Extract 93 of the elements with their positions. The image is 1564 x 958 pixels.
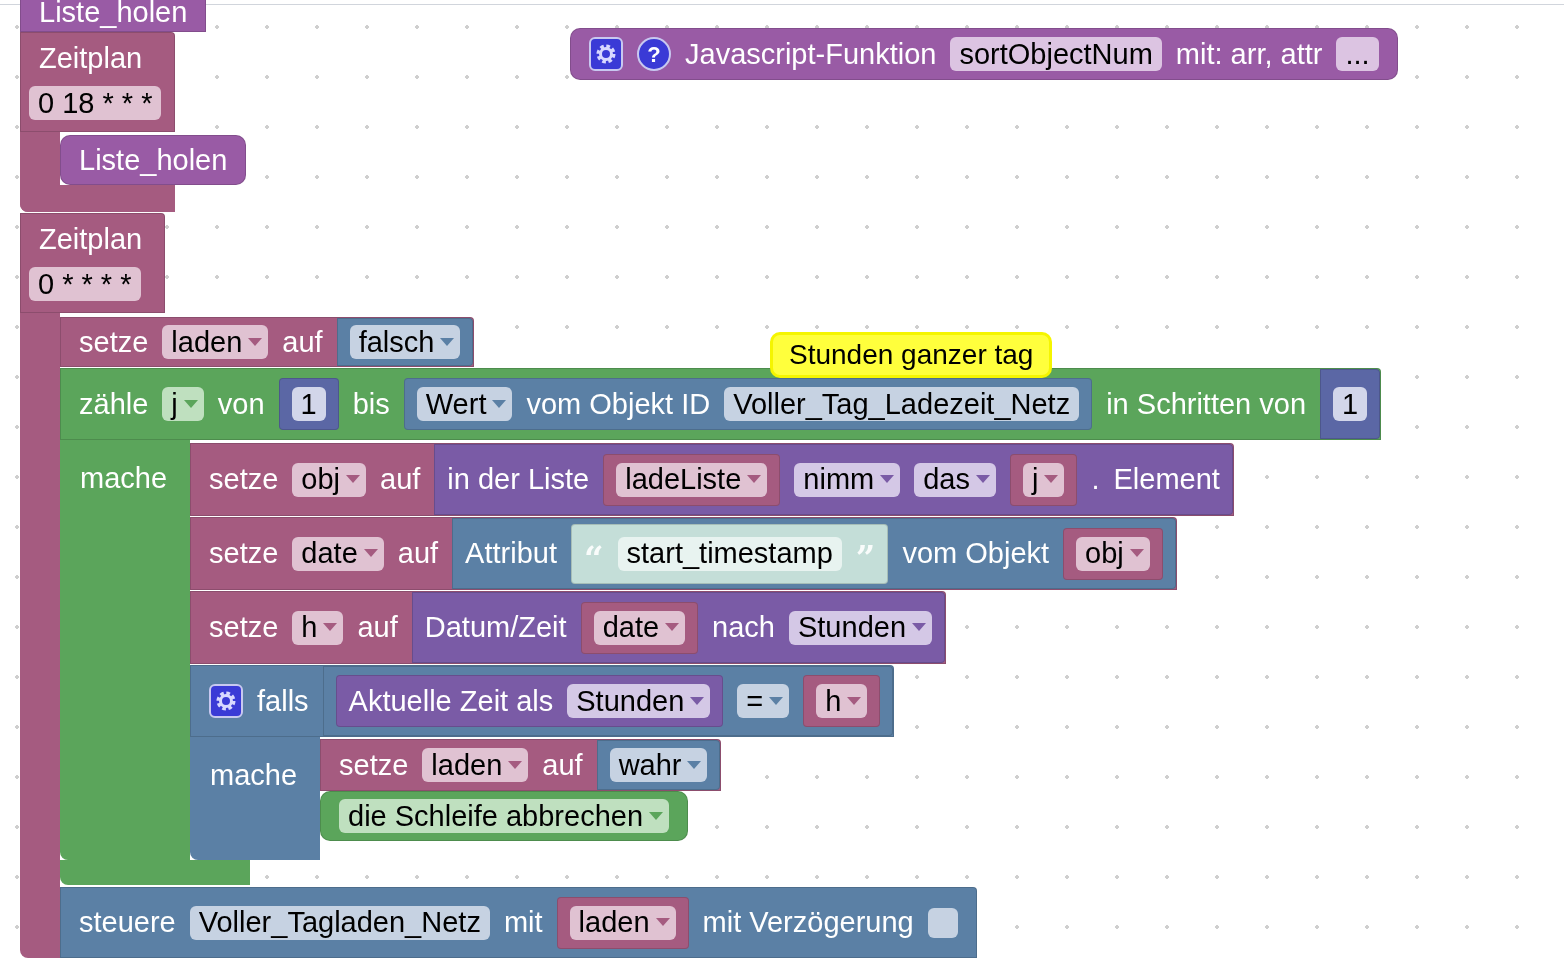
dropdown-field[interactable]: date <box>292 536 384 571</box>
block-label: in Schritten von <box>1106 389 1307 419</box>
block-label: mit: arr, attr <box>1175 39 1323 69</box>
dropdown-field[interactable]: laden <box>162 325 269 359</box>
block-label: auf <box>397 539 439 568</box>
dropdown-field[interactable]: laden <box>569 905 676 940</box>
text-field[interactable]: 1 <box>1333 387 1368 421</box>
dropdown-field[interactable]: j <box>162 387 204 421</box>
text-field[interactable]: Voller_Tag_Ladezeit_Netz <box>724 387 1080 421</box>
block-label: mache <box>80 462 168 494</box>
dropdown-field[interactable]: ladeListe <box>616 462 768 497</box>
caret-icon <box>248 337 263 347</box>
dropdown-field[interactable]: h <box>292 610 344 645</box>
caret-icon <box>346 475 361 484</box>
text-field[interactable]: ... <box>1336 37 1379 71</box>
dropdown-field[interactable]: laden <box>422 748 529 782</box>
block-label: vom Objekt <box>902 539 1050 568</box>
caret-icon <box>912 623 926 632</box>
checkbox[interactable] <box>927 907 958 938</box>
comment-bubble: Stunden ganzer tag <box>770 332 1053 378</box>
dropdown-field[interactable]: nimm <box>794 462 901 497</box>
block-label: falls <box>257 686 309 716</box>
dropdown-field[interactable]: obj <box>1076 536 1150 571</box>
caret-icon <box>508 760 523 770</box>
text-field[interactable]: sortObjectNum <box>950 37 1162 71</box>
dropdown-field[interactable]: h <box>816 684 868 718</box>
block-label: Datum/Zeit <box>424 613 567 642</box>
block-label: mit <box>503 908 543 937</box>
dropdown-field[interactable]: wahr <box>609 748 708 782</box>
help-button[interactable]: ? <box>637 37 671 71</box>
settings-icon[interactable] <box>209 684 243 718</box>
dropdown-field[interactable]: falsch <box>349 325 461 359</box>
caret-icon <box>665 623 680 632</box>
dropdown-field[interactable]: Wert <box>416 387 513 421</box>
block-label: auf <box>380 465 421 494</box>
caret-icon <box>1044 475 1059 484</box>
caret-icon <box>183 399 198 409</box>
caret-icon <box>769 696 784 706</box>
text-field[interactable]: start_timestamp <box>617 536 842 571</box>
dropdown-field[interactable]: Stunden <box>788 610 932 645</box>
block-label: setze <box>209 465 279 494</box>
block-label: setze <box>209 539 279 568</box>
block-label: auf <box>542 750 583 780</box>
block-label: vom Objekt ID <box>526 389 711 419</box>
caret-icon <box>690 696 705 706</box>
block-label: auf <box>357 613 398 642</box>
dropdown-field[interactable]: das <box>914 462 996 497</box>
quote-mark: ” <box>855 536 876 575</box>
block-label: steuere <box>79 908 176 937</box>
block-label: in der Liste <box>447 465 590 494</box>
block-label: setze <box>79 327 149 357</box>
caret-icon <box>880 475 895 484</box>
caret-icon <box>655 918 670 927</box>
block-label: Javascript-Funktion <box>685 39 937 69</box>
block-label: Attribut <box>465 539 557 568</box>
block-label: Zeitplan <box>39 224 143 254</box>
caret-icon <box>649 811 664 821</box>
quote-mark: “ <box>584 536 604 575</box>
block-label: nach <box>712 613 775 642</box>
caret-icon <box>1129 549 1144 558</box>
dropdown-field[interactable]: j <box>1022 462 1065 497</box>
settings-icon[interactable] <box>589 37 623 71</box>
block-label: mit Verzögerung <box>702 908 914 937</box>
caret-icon <box>975 475 990 484</box>
block-label: auf <box>282 327 323 357</box>
text-field[interactable]: 1 <box>291 387 326 421</box>
caret-icon <box>847 696 862 706</box>
caret-icon <box>440 337 455 347</box>
block-label: Liste_holen <box>39 0 188 27</box>
block-label: Aktuelle Zeit als <box>348 686 554 716</box>
caret-icon <box>492 399 507 409</box>
block-label: Zeitplan <box>39 43 143 73</box>
caret-icon <box>363 549 378 558</box>
block-label: . <box>1091 465 1100 494</box>
block-label: setze <box>209 613 279 642</box>
block-label: Liste_holen <box>79 145 228 175</box>
text-field[interactable]: 0 18 * * * <box>29 86 162 121</box>
caret-icon <box>323 623 338 632</box>
dropdown-field[interactable]: obj <box>292 462 367 497</box>
block-label: bis <box>352 389 390 419</box>
dropdown-field[interactable]: die Schleife abbrechen <box>339 799 670 833</box>
block-label: Element <box>1113 465 1220 494</box>
text-field[interactable]: Voller_Tagladen_Netz <box>189 905 490 940</box>
caret-icon <box>747 475 762 484</box>
block-label: zähle <box>79 389 149 419</box>
dropdown-field[interactable]: = <box>737 684 790 718</box>
block-label: mache <box>210 759 298 791</box>
block-label: setze <box>339 750 409 780</box>
block-label: von <box>217 389 265 419</box>
dropdown-field[interactable]: date <box>593 610 686 645</box>
text-field[interactable]: 0 * * * * <box>29 267 141 302</box>
caret-icon <box>687 760 702 770</box>
dropdown-field[interactable]: Stunden <box>567 684 711 718</box>
